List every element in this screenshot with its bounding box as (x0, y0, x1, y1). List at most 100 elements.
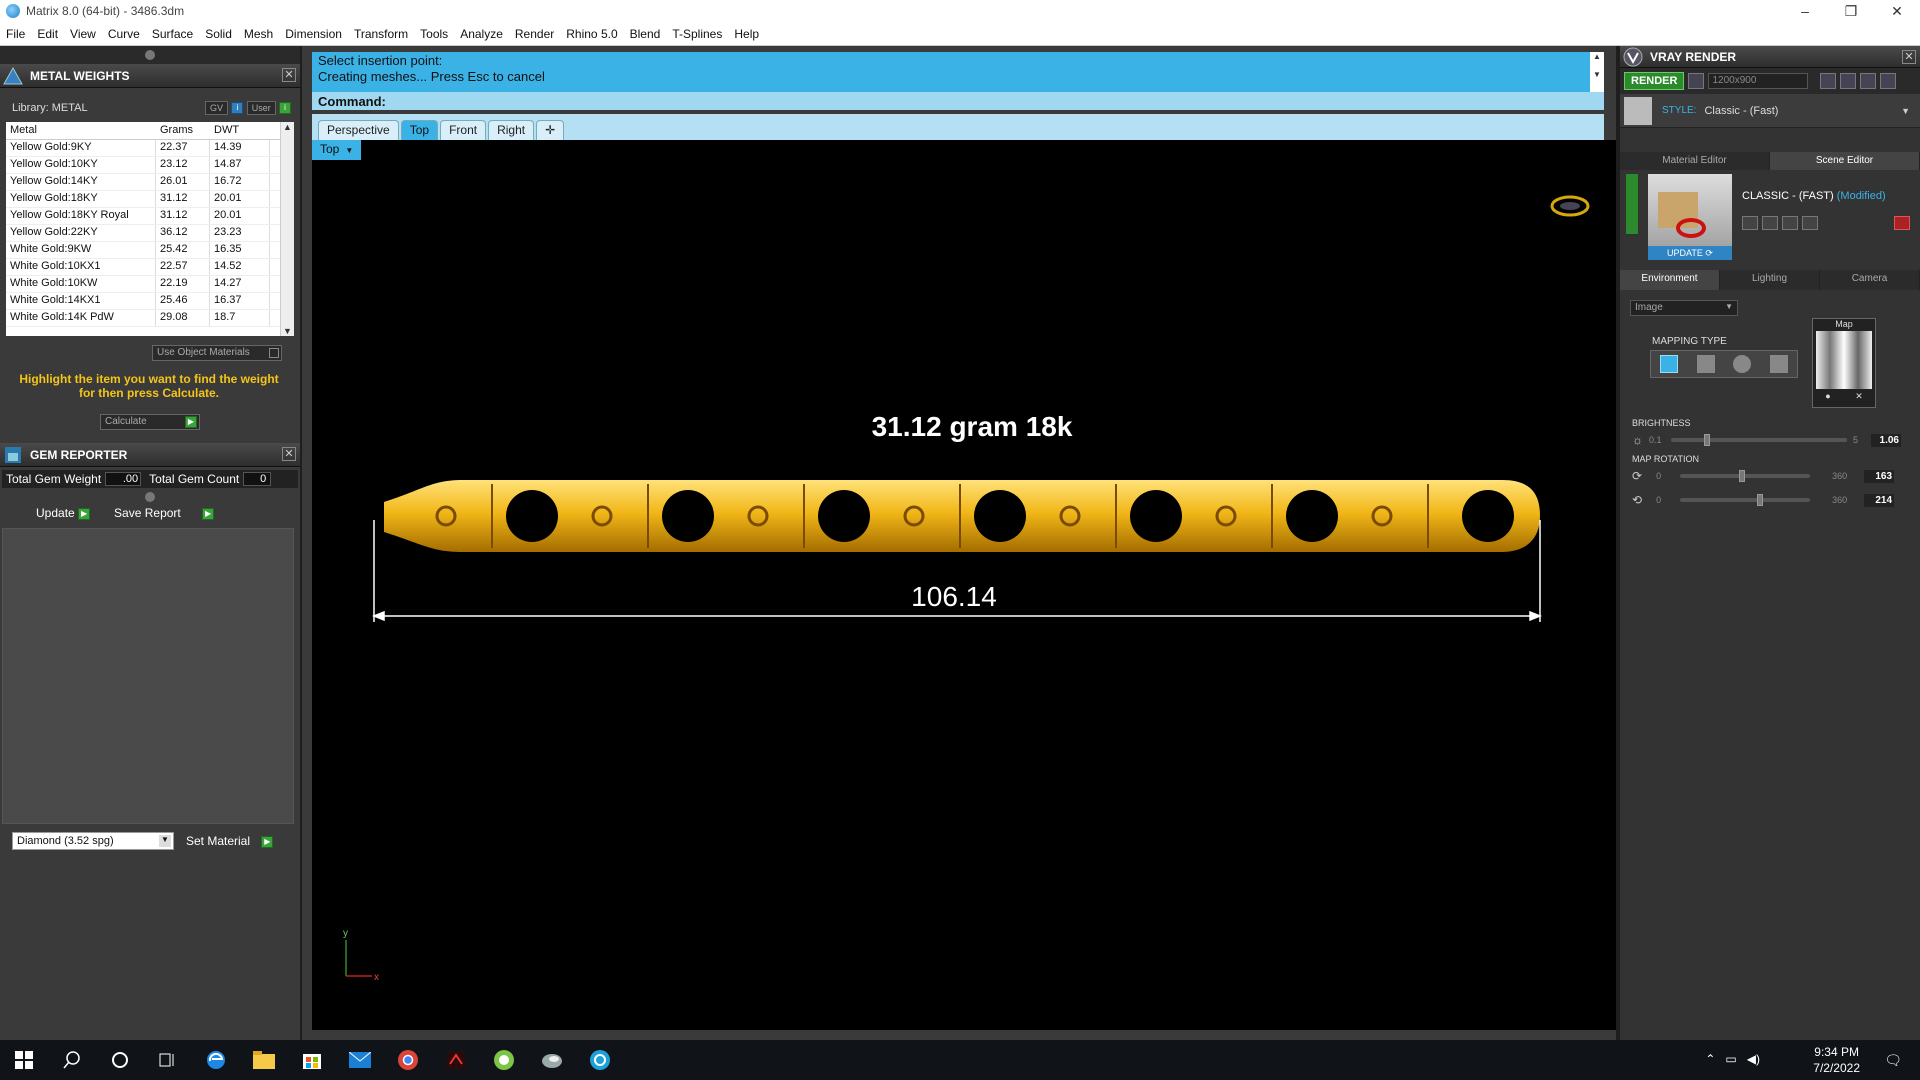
vray-app-icon[interactable] (576, 1040, 624, 1080)
table-row[interactable]: Yellow Gold:9KY 22.37 14.39 (6, 140, 294, 157)
map-remove-icon[interactable]: ✕ (1855, 391, 1863, 402)
chevron-down-icon[interactable]: ▼ (1725, 302, 1733, 311)
save-report-button[interactable]: Save Report ▶ (114, 506, 215, 520)
rotation-2-slider-knob[interactable] (1756, 494, 1763, 506)
table-row[interactable]: White Gold:14KX1 25.46 16.37 (6, 293, 294, 310)
reset-icon[interactable] (1894, 216, 1910, 230)
gv-button[interactable]: GV (205, 101, 229, 115)
cortana-icon[interactable] (96, 1040, 144, 1080)
menu-view[interactable]: View (64, 27, 102, 41)
splitter-handle[interactable] (145, 492, 155, 502)
rhino-icon[interactable] (528, 1040, 576, 1080)
scroll-down-icon[interactable]: ▼ (281, 326, 294, 336)
tab-material-editor[interactable]: Material Editor (1620, 152, 1770, 170)
tab-environment[interactable]: Environment (1620, 270, 1720, 290)
add-tab-icon[interactable]: ✛ (536, 120, 565, 140)
menu-file[interactable]: File (0, 27, 31, 41)
menu-edit[interactable]: Edit (31, 27, 64, 41)
menu-render[interactable]: Render (509, 27, 560, 41)
column-metal[interactable]: Metal (6, 122, 156, 139)
brightness-value[interactable]: 1.06 (1871, 433, 1901, 447)
table-row[interactable]: Yellow Gold:18KY 31.12 20.01 (6, 191, 294, 208)
menu-mesh[interactable]: Mesh (238, 27, 279, 41)
search-icon[interactable] (48, 1040, 96, 1080)
chevron-down-icon[interactable]: ▼ (159, 835, 171, 847)
close-icon[interactable]: ✕ (282, 447, 296, 461)
rotation-1-slider-knob[interactable] (1738, 470, 1745, 482)
matrix-app-icon[interactable] (480, 1040, 528, 1080)
clock[interactable]: 9:34 PM 7/2/2022 (1813, 1044, 1860, 1076)
notifications-icon[interactable]: 🗨 (1884, 1052, 1902, 1069)
chevron-up-icon[interactable]: ⌃ (1705, 1052, 1715, 1066)
menu-dimension[interactable]: Dimension (279, 27, 348, 41)
user-toggle[interactable]: i (279, 101, 292, 114)
grid-icon[interactable] (1880, 73, 1897, 89)
render-button[interactable]: RENDER (1624, 72, 1685, 90)
set-material-button[interactable]: Set Material ▶ (186, 834, 274, 848)
checkbox-icon[interactable] (269, 348, 279, 358)
menu-help[interactable]: Help (728, 27, 765, 41)
tab-perspective[interactable]: Perspective (318, 120, 399, 140)
menu-transform[interactable]: Transform (348, 27, 414, 41)
scroll-up-icon[interactable]: ▲ (281, 122, 294, 132)
gv-toggle[interactable]: i (231, 101, 244, 114)
store-icon[interactable] (288, 1040, 336, 1080)
add-scene-icon[interactable] (1782, 216, 1798, 230)
edge-icon[interactable] (192, 1040, 240, 1080)
maximize-button[interactable]: ❐ (1828, 0, 1874, 22)
style-value[interactable]: Classic - (Fast) (1704, 105, 1778, 117)
top-viewport[interactable]: Top ▼ 31.12 gram 18k 106.14 y x (312, 140, 1616, 1030)
tab-front[interactable]: Front (440, 120, 487, 140)
tab-lighting[interactable]: Lighting (1720, 270, 1820, 290)
tab-right[interactable]: Right (488, 120, 535, 140)
map-edit-icon[interactable]: ● (1825, 391, 1830, 402)
tab-top[interactable]: Top (400, 120, 439, 140)
table-row[interactable]: Yellow Gold:18KY Royal 31.12 20.01 (6, 208, 294, 225)
menu-analyze[interactable]: Analyze (454, 27, 509, 41)
tab-camera[interactable]: Camera (1820, 270, 1920, 290)
map-slot[interactable]: Map ● ✕ (1812, 318, 1876, 408)
menu-curve[interactable]: Curve (102, 27, 146, 41)
material-select[interactable]: Diamond (3.52 spg) ▼ (12, 832, 174, 850)
close-icon[interactable]: ✕ (1902, 50, 1916, 64)
menu-rhino[interactable]: Rhino 5.0 (560, 27, 623, 41)
brightness-slider[interactable] (1671, 434, 1847, 446)
planar-mapping-icon[interactable] (1660, 355, 1679, 373)
volume-icon[interactable]: ◀) (1747, 1052, 1760, 1066)
command-scrollbar[interactable]: ▲ ▼ (1590, 52, 1604, 92)
start-icon[interactable] (0, 1040, 48, 1080)
minimize-button[interactable]: – (1782, 0, 1828, 22)
table-row[interactable]: Yellow Gold:14KY 26.01 16.72 (6, 174, 294, 191)
close-button[interactable]: ✕ (1874, 0, 1920, 22)
spherical-mapping-icon[interactable] (1733, 355, 1752, 373)
tab-scene-editor[interactable]: Scene Editor (1770, 152, 1920, 170)
mail-icon[interactable] (336, 1040, 384, 1080)
table-scrollbar[interactable]: ▲ ▼ (280, 122, 294, 336)
calculate-button[interactable]: Calculate ▶ (100, 414, 200, 430)
table-row[interactable]: Yellow Gold:22KY 36.12 23.23 (6, 225, 294, 242)
menu-blend[interactable]: Blend (624, 27, 667, 41)
rotation-1-value[interactable]: 163 (1864, 469, 1895, 483)
collapse-handle[interactable] (1626, 174, 1638, 234)
rotation-2-value[interactable]: 214 (1864, 493, 1895, 507)
frame-buffer-icon[interactable] (1820, 73, 1837, 89)
chrome-icon[interactable] (384, 1040, 432, 1080)
table-row[interactable]: White Gold:10KW 22.19 14.27 (6, 276, 294, 293)
update-button[interactable]: Update ▶ (36, 506, 91, 520)
resolution-select[interactable]: 1200x900 (1708, 73, 1809, 89)
file-explorer-icon[interactable] (240, 1040, 288, 1080)
app-icon-red[interactable] (432, 1040, 480, 1080)
screen-mapping-icon[interactable] (1769, 355, 1788, 373)
list-icon[interactable] (1860, 73, 1877, 89)
task-view-icon[interactable] (144, 1040, 192, 1080)
command-prompt[interactable]: Command: (312, 92, 1604, 110)
column-grams[interactable]: Grams (156, 122, 210, 139)
close-icon[interactable]: ✕ (282, 68, 296, 82)
network-icon[interactable]: ▭ (1725, 1052, 1736, 1066)
save-as-icon[interactable] (1762, 216, 1778, 230)
panel-splitter[interactable] (0, 46, 300, 64)
table-row[interactable]: White Gold:10KX1 22.57 14.52 (6, 259, 294, 276)
table-row[interactable]: White Gold:14K PdW 29.08 18.7 (6, 310, 294, 327)
chevron-down-icon[interactable]: ▼ (1901, 106, 1910, 116)
use-object-materials-checkbox[interactable]: Use Object Materials (152, 345, 282, 361)
